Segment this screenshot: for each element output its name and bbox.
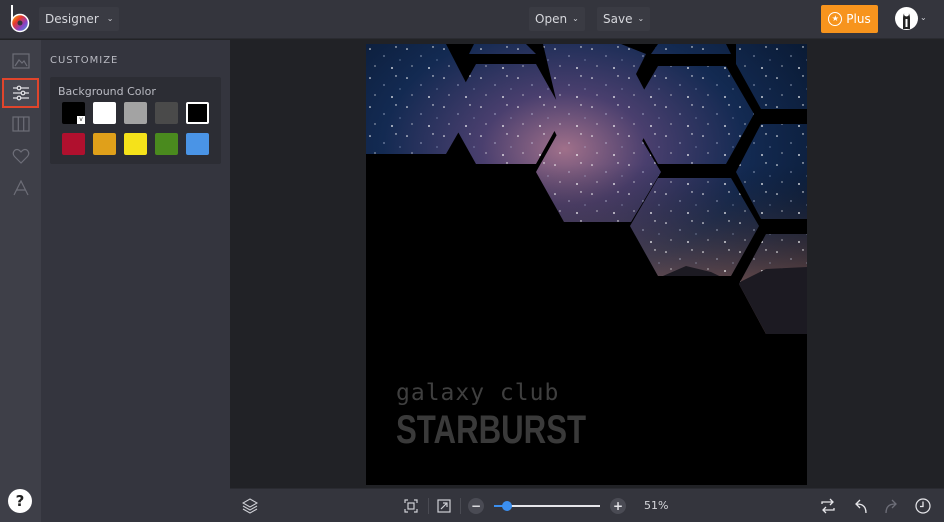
color-swatch[interactable] bbox=[93, 133, 116, 155]
layers-button[interactable] bbox=[241, 497, 259, 515]
actual-size-button[interactable] bbox=[435, 497, 453, 515]
redo-button[interactable] bbox=[883, 497, 901, 515]
expand-icon bbox=[437, 499, 451, 513]
chevron-down-icon[interactable]: ⌄ bbox=[920, 13, 927, 22]
redo-icon bbox=[885, 499, 897, 514]
color-picker-icon[interactable]: v bbox=[77, 116, 85, 124]
avatar[interactable] bbox=[895, 7, 918, 30]
layers-icon bbox=[242, 498, 258, 514]
plus-upgrade-button[interactable]: ★ Plus bbox=[821, 5, 878, 33]
chevron-down-icon: ⌄ bbox=[637, 14, 645, 23]
color-swatch[interactable] bbox=[93, 102, 116, 124]
color-swatch[interactable] bbox=[155, 102, 178, 124]
help-button[interactable]: ? bbox=[8, 489, 32, 513]
mode-dropdown[interactable]: Designer ⌄ bbox=[39, 7, 120, 31]
chevron-down-icon: ⌄ bbox=[572, 14, 579, 23]
sidebar-item-image[interactable] bbox=[2, 46, 39, 76]
sidebar-item-layouts[interactable] bbox=[2, 109, 39, 139]
color-swatch[interactable] bbox=[186, 102, 209, 124]
star-icon: ★ bbox=[828, 12, 843, 26]
bottom-toolbar: − + 51% bbox=[230, 488, 944, 522]
color-swatch[interactable] bbox=[62, 133, 85, 155]
clock-icon bbox=[915, 498, 931, 514]
sidebar-item-text[interactable] bbox=[2, 173, 39, 203]
color-swatch[interactable]: v bbox=[62, 102, 85, 124]
app-logo[interactable] bbox=[10, 5, 32, 33]
zoom-in-button[interactable]: + bbox=[610, 498, 626, 514]
history-button[interactable] bbox=[914, 497, 932, 515]
color-swatch[interactable] bbox=[186, 133, 209, 155]
plus-label: Plus bbox=[846, 12, 871, 26]
heart-icon bbox=[12, 148, 29, 164]
text-icon bbox=[12, 180, 29, 196]
canvas-title-text[interactable]: STARBURST bbox=[396, 408, 586, 453]
fit-to-screen-button[interactable] bbox=[402, 497, 420, 515]
chevron-down-icon: ⌄ bbox=[106, 14, 114, 23]
panel-title: CUSTOMIZE bbox=[50, 55, 119, 66]
zoom-out-button[interactable]: − bbox=[468, 498, 484, 514]
undo-button[interactable] bbox=[851, 497, 869, 515]
background-color-section: Background Color v bbox=[50, 77, 221, 164]
swap-icon bbox=[821, 498, 835, 514]
toolbar-divider bbox=[428, 498, 429, 514]
open-label: Open bbox=[535, 12, 568, 26]
mode-label: Designer bbox=[45, 12, 99, 26]
color-swatch[interactable] bbox=[155, 133, 178, 155]
sidebar-item-customize[interactable] bbox=[2, 78, 39, 108]
color-swatch[interactable] bbox=[124, 102, 147, 124]
toolbar-divider bbox=[460, 498, 461, 514]
open-button[interactable]: Open ⌄ bbox=[529, 7, 585, 31]
canvas-subtitle-text[interactable]: galaxy club bbox=[396, 380, 559, 406]
zoom-slider[interactable] bbox=[494, 501, 600, 511]
undo-icon bbox=[855, 499, 867, 514]
zoom-slider-thumb[interactable] bbox=[501, 501, 512, 511]
zoom-percent: 51% bbox=[644, 499, 669, 512]
background-color-label: Background Color bbox=[58, 85, 156, 98]
design-canvas[interactable]: galaxy club STARBURST bbox=[366, 44, 807, 485]
flip-button[interactable] bbox=[819, 497, 837, 515]
save-button[interactable]: Save ⌄ bbox=[597, 7, 651, 31]
save-label: Save bbox=[603, 12, 633, 26]
fit-screen-icon bbox=[404, 499, 418, 513]
tool-sidebar bbox=[0, 40, 41, 522]
sliders-icon bbox=[12, 85, 29, 101]
customize-panel: CUSTOMIZE Background Color v bbox=[41, 40, 230, 522]
sidebar-item-favorites[interactable] bbox=[2, 141, 39, 171]
color-swatch[interactable] bbox=[124, 133, 147, 155]
columns-icon bbox=[11, 116, 30, 132]
image-icon bbox=[11, 53, 30, 69]
top-bar: Designer ⌄ Open ⌄ Save ⌄ ★ Plus ⌄ bbox=[0, 0, 944, 39]
